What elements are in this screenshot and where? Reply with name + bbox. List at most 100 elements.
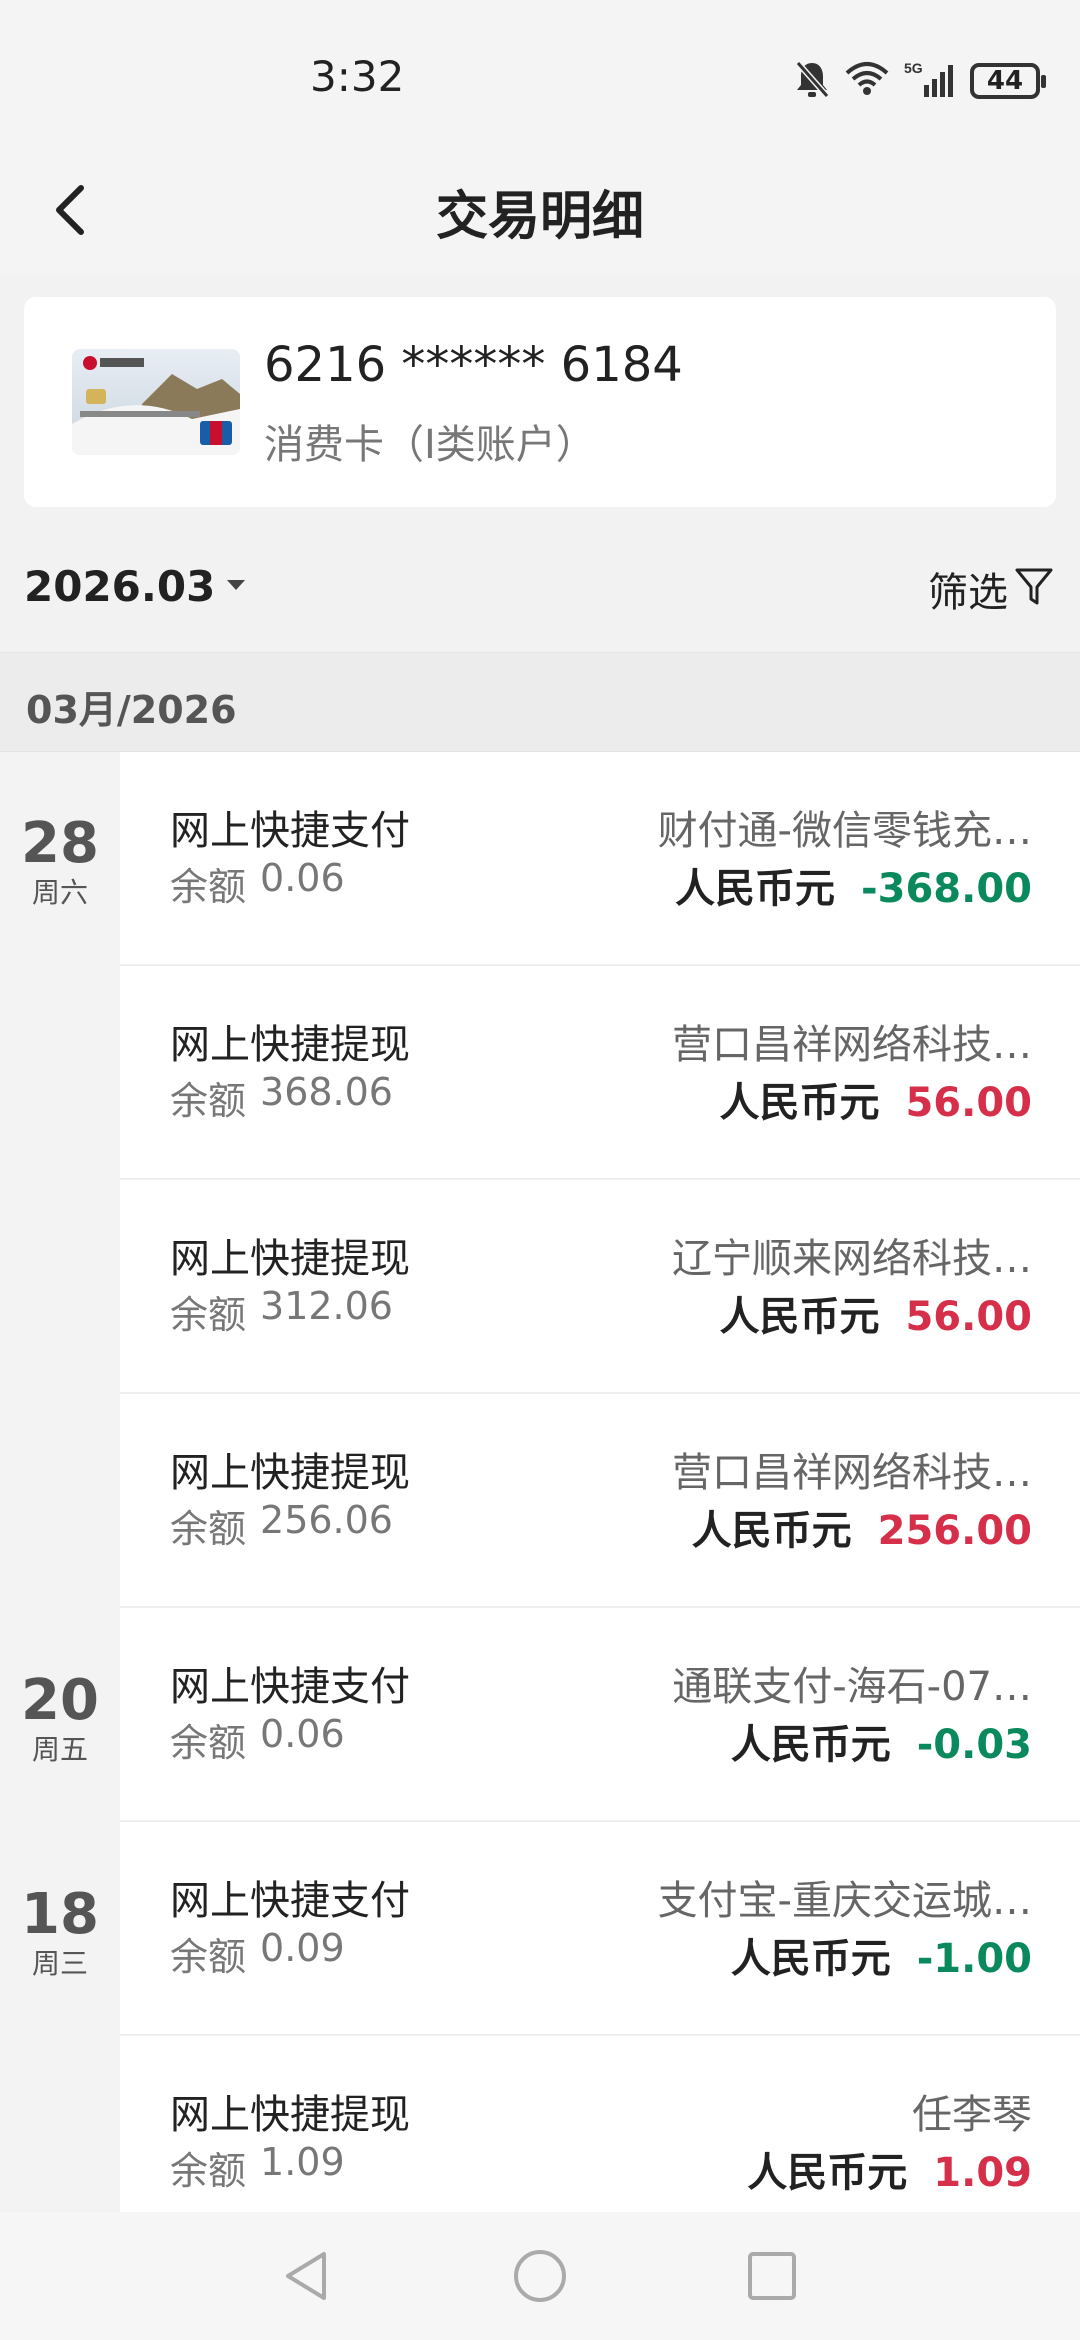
balance-value: 0.09 [260, 1926, 345, 1970]
balance-label: 余额 [170, 1935, 247, 1979]
transaction-balance: 余额 312.06 [170, 1284, 393, 1339]
transaction-row[interactable]: 网上快捷提现 余额 368.06 营口昌祥网络科技… 人民币元 56.00 [120, 966, 1080, 1180]
currency-label: 人民币元 [747, 2150, 908, 2196]
balance-label: 余额 [170, 865, 247, 909]
date-day: 18 [21, 1882, 99, 1947]
balance-value: 312.06 [260, 1284, 393, 1328]
funnel-icon [1014, 565, 1054, 613]
transaction-amount: -1.00 [916, 1936, 1032, 1982]
transaction-title: 网上快捷支付 [170, 808, 410, 854]
transaction-row[interactable]: 网上快捷提现 余额 256.06 营口昌祥网络科技… 人民币元 256.00 [120, 1394, 1080, 1608]
battery-indicator: 44 [970, 63, 1046, 99]
transaction-row[interactable]: 网上快捷支付 余额 0.06 财付通-微信零钱充… 人民币元 -368.00 [120, 752, 1080, 966]
date-day: 28 [21, 811, 99, 876]
currency-label: 人民币元 [730, 1722, 891, 1768]
transaction-merchant: 营口昌祥网络科技… [672, 1450, 1032, 1496]
date-badge: 28 周六 [0, 812, 120, 910]
transaction-title: 网上快捷提现 [170, 1450, 410, 1496]
card-type: 消费卡（I类账户） [264, 422, 596, 468]
nav-back-button[interactable] [276, 2244, 340, 2308]
month-label: 2026.03 [24, 562, 216, 611]
date-weekday: 周六 [31, 876, 88, 909]
signal-label: 5G [904, 60, 923, 76]
balance-value: 368.06 [260, 1070, 393, 1114]
transaction-amount-row: 人民币元 56.00 [719, 1070, 1032, 1128]
date-day: 20 [21, 1668, 99, 1733]
transaction-amount-row: 人民币元 -0.03 [731, 1712, 1032, 1770]
transaction-balance: 余额 0.06 [170, 1712, 345, 1767]
currency-label: 人民币元 [691, 1508, 852, 1554]
transaction-row[interactable]: 网上快捷提现 余额 1.09 任李琴 人民币元 1.09 [120, 2036, 1080, 2212]
balance-value: 256.06 [260, 1498, 393, 1542]
transaction-amount: 56.00 [905, 1294, 1032, 1340]
page-title: 交易明细 [435, 187, 644, 247]
currency-label: 人民币元 [730, 1936, 891, 1982]
status-bar: 3:32 5G 44 [0, 0, 1080, 150]
nav-recents-button[interactable] [740, 2244, 804, 2308]
bell-muted-icon [794, 59, 830, 103]
month-group-header: 03月/2026 [0, 652, 1080, 752]
filter-label: 筛选 [928, 570, 1008, 616]
page-header: 交易明细 [0, 150, 1080, 275]
caret-down-icon [225, 577, 247, 596]
transaction-balance: 余额 0.09 [170, 1926, 345, 1981]
status-icons: 5G 44 [794, 56, 1046, 106]
date-column: 28 周六 20 周五 18 周三 [0, 752, 120, 2212]
month-selector[interactable]: 2026.03 [24, 562, 247, 611]
transaction-title: 网上快捷支付 [170, 1878, 410, 1924]
transaction-merchant: 支付宝-重庆交运城… [657, 1878, 1032, 1924]
balance-label: 余额 [170, 1293, 247, 1337]
transaction-merchant: 辽宁顺来网络科技… [672, 1236, 1032, 1282]
transaction-amount: 256.00 [877, 1508, 1032, 1554]
wifi-icon [844, 61, 890, 101]
square-recents-icon [748, 2252, 796, 2300]
date-weekday: 周五 [31, 1733, 88, 1766]
date-weekday: 周三 [31, 1947, 88, 1980]
transaction-amount-row: 人民币元 256.00 [692, 1498, 1032, 1556]
transaction-balance: 余额 368.06 [170, 1070, 393, 1125]
transaction-amount: 56.00 [905, 1080, 1032, 1126]
balance-value: 0.06 [260, 856, 345, 900]
transaction-amount: -0.03 [916, 1722, 1032, 1768]
circle-home-icon [514, 2250, 566, 2302]
transaction-amount-row: 人民币元 -368.00 [675, 856, 1032, 914]
transaction-title: 网上快捷支付 [170, 1664, 410, 1710]
group-label: 03月/2026 [26, 688, 237, 732]
filter-button[interactable]: 筛选 [928, 560, 1054, 618]
transaction-amount: 1.09 [933, 2150, 1032, 2196]
card-number: 6216 ****** 6184 [264, 337, 683, 393]
currency-label: 人民币元 [719, 1294, 880, 1340]
transaction-merchant: 财付通-微信零钱充… [657, 808, 1032, 854]
balance-value: 1.09 [260, 2140, 345, 2184]
transaction-balance: 余额 256.06 [170, 1498, 393, 1553]
transaction-row[interactable]: 网上快捷支付 余额 0.06 通联支付-海石-07… 人民币元 -0.03 [120, 1608, 1080, 1822]
balance-label: 余额 [170, 2149, 247, 2193]
currency-label: 人民币元 [675, 866, 836, 912]
transaction-list: 网上快捷支付 余额 0.06 财付通-微信零钱充… 人民币元 -368.00 网上快… [120, 752, 1080, 2212]
transaction-title: 网上快捷提现 [170, 1236, 410, 1282]
transaction-row[interactable]: 网上快捷支付 余额 0.09 支付宝-重庆交运城… 人民币元 -1.00 [120, 1822, 1080, 2036]
transaction-title: 网上快捷提现 [170, 2092, 410, 2138]
balance-label: 余额 [170, 1079, 247, 1123]
transaction-merchant: 营口昌祥网络科技… [672, 1022, 1032, 1068]
balance-value: 0.06 [260, 1712, 345, 1756]
balance-label: 余额 [170, 1721, 247, 1765]
currency-label: 人民币元 [719, 1080, 880, 1126]
transaction-merchant: 任李琴 [912, 2092, 1032, 2138]
transaction-amount-row: 人民币元 1.09 [747, 2140, 1032, 2198]
date-badge: 20 周五 [0, 1669, 120, 1767]
system-navigation-bar [0, 2212, 1080, 2340]
filter-row: 2026.03 筛选 [0, 540, 1080, 652]
nav-home-button[interactable] [508, 2244, 572, 2308]
transaction-amount-row: 人民币元 56.00 [719, 1284, 1032, 1342]
cellular-signal-icon: 5G [904, 59, 956, 103]
transaction-title: 网上快捷提现 [170, 1022, 410, 1068]
transaction-row[interactable]: 网上快捷提现 余额 312.06 辽宁顺来网络科技… 人民币元 56.00 [120, 1180, 1080, 1394]
transaction-amount: -368.00 [861, 866, 1032, 912]
status-time: 3:32 [310, 52, 405, 101]
account-card[interactable]: 6216 ****** 6184 消费卡（I类账户） [24, 297, 1056, 507]
balance-label: 余额 [170, 1507, 247, 1551]
transaction-amount-row: 人民币元 -1.00 [731, 1926, 1032, 1984]
bank-card-image [72, 349, 240, 455]
date-badge: 18 周三 [0, 1883, 120, 1981]
